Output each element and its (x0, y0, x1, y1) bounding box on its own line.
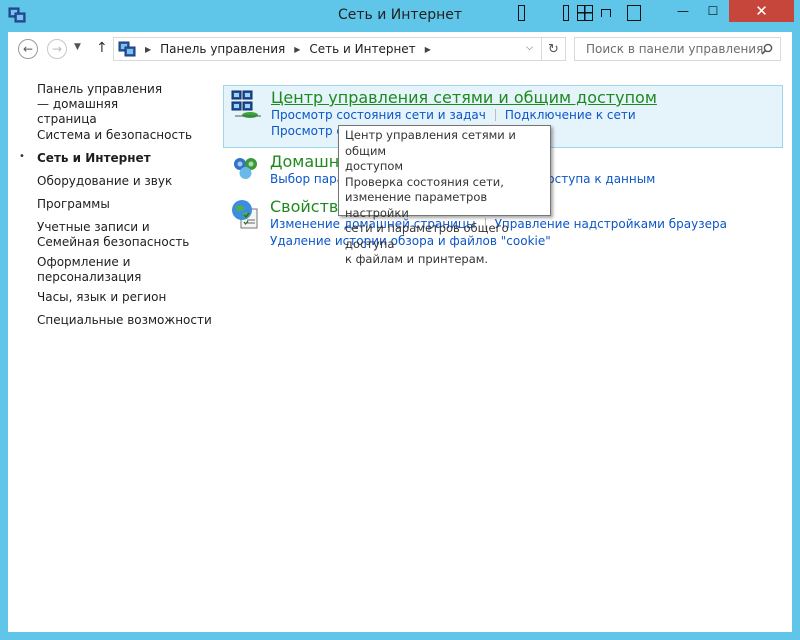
category-links-homegroup: Выбор пара (270, 172, 344, 186)
category-title-homegroup[interactable]: Домашн (270, 152, 339, 171)
snap-grid-icon[interactable] (577, 5, 593, 21)
link-sharing-options-tail[interactable]: доступа к данным (539, 172, 655, 186)
category-title-internet-options[interactable]: Свойства (270, 197, 348, 216)
search-placeholder: Поиск в панели управления (586, 42, 764, 56)
address-dropdown-icon[interactable]: ⌵ (526, 43, 533, 53)
breadcrumb-network-internet[interactable]: Сеть и Интернет (309, 42, 415, 56)
sidebar-item-clock-language-region[interactable]: Часы, язык и регион (37, 290, 166, 305)
title-bar[interactable]: Сеть и Интернет — ☐ ✕ (0, 0, 800, 32)
homegroup-icon (234, 158, 257, 179)
sidebar-item-appearance[interactable]: Оформление и персонализация (37, 255, 141, 285)
snap-layout-icons[interactable] (518, 4, 641, 22)
snap-narrow-icon[interactable] (518, 5, 525, 21)
network-center-icon (231, 90, 261, 118)
window-frame: Сеть и Интернет — ☐ ✕ ← → ▼ ↑ ▶ Панель у… (0, 0, 800, 640)
address-bar[interactable]: ▶ Панель управления ▶ Сеть и Интернет ▶ … (113, 37, 566, 61)
sidebar-item-system-security[interactable]: Система и безопасность (37, 128, 192, 143)
close-button[interactable]: ✕ (729, 0, 794, 22)
tooltip-line: изменение параметров настройки (345, 190, 488, 220)
content-area: ← → ▼ ↑ ▶ Панель управления ▶ Сеть и Инт… (8, 32, 792, 632)
link-connect-to-network[interactable]: Подключение к сети (505, 108, 636, 122)
tooltip: Центр управления сетями и общим доступом… (338, 125, 551, 266)
navigation-bar: ← → ▼ ↑ ▶ Панель управления ▶ Сеть и Инт… (8, 32, 792, 66)
tooltip-line: Проверка состояния сети, (345, 174, 504, 189)
tooltip-line: сети и параметров общего доступа (345, 221, 509, 251)
sidebar-item-hardware-sound[interactable]: Оборудование и звук (37, 174, 172, 189)
breadcrumb-control-panel[interactable]: Панель управления (160, 42, 285, 56)
snap-split-icon[interactable] (563, 5, 569, 21)
up-button[interactable]: ↑ (96, 40, 108, 56)
category-links-homegroup-tail: доступа к данным (539, 172, 655, 186)
search-input[interactable]: Поиск в панели управления (574, 37, 781, 61)
internet-options-icon (232, 200, 258, 229)
sidebar-item-programs[interactable]: Программы (37, 197, 110, 212)
search-icon[interactable] (761, 43, 773, 55)
sidebar-item-network-internet[interactable]: Сеть и Интернет (37, 151, 151, 166)
breadcrumb-separator-icon[interactable]: ▶ (145, 45, 151, 54)
category-title-network-center[interactable]: Центр управления сетями и общим доступом (271, 88, 657, 107)
link-view-network-status[interactable]: Просмотр состояния сети и задач (271, 108, 486, 122)
minimize-button[interactable]: — (670, 0, 696, 22)
tooltip-line: к файлам и принтерам. (345, 252, 489, 266)
breadcrumb-separator-icon[interactable]: ▶ (294, 45, 300, 54)
breadcrumb-separator-icon[interactable]: ▶ (425, 45, 431, 54)
link-choose-homegroup-options[interactable]: Выбор пара (270, 172, 344, 186)
maximize-button[interactable]: ☐ (700, 0, 726, 22)
category-links-network-center: Просмотр состояния сети и задач Подключен… (271, 108, 636, 122)
sidebar-item-user-accounts[interactable]: Учетные записи и Семейная безопасность (37, 220, 202, 250)
refresh-button[interactable]: ↻ (541, 38, 565, 60)
category-links-network-center-row2: Просмотр с (271, 124, 343, 138)
tooltip-line: доступом (345, 159, 404, 173)
back-button[interactable]: ← (18, 39, 38, 59)
current-section-bullet: • (19, 151, 25, 162)
network-control-panel-icon (118, 41, 136, 57)
forward-button[interactable]: → (47, 39, 67, 59)
snap-pin-icon[interactable] (601, 9, 611, 17)
recent-locations-dropdown[interactable]: ▼ (74, 42, 81, 52)
link-divider (494, 109, 496, 121)
sidebar-item-ease-of-access[interactable]: Специальные возможности (37, 313, 212, 328)
tooltip-line: Центр управления сетями и общим (345, 128, 516, 158)
sidebar-item-control-panel-home[interactable]: Панель управления — домашняя страница (37, 82, 177, 127)
snap-wide-icon[interactable] (627, 5, 641, 21)
link-view-network-computers[interactable]: Просмотр с (271, 124, 343, 138)
